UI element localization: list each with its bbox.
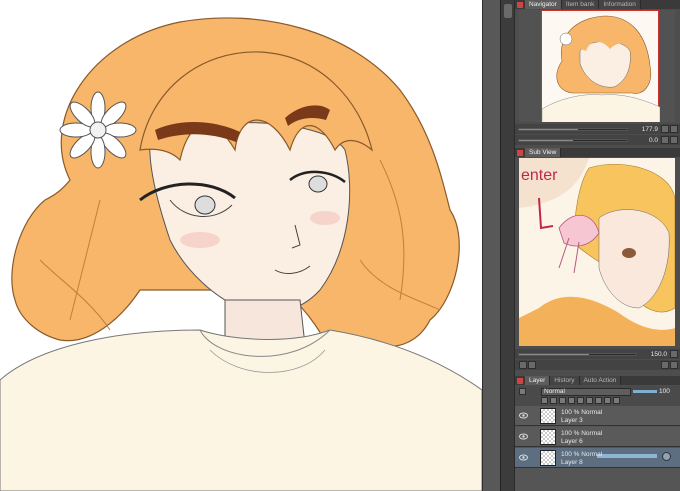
- open-icon[interactable]: [519, 361, 527, 369]
- layer-thumbnail: [540, 408, 556, 424]
- subview-preview[interactable]: enter: [519, 158, 675, 346]
- eye-icon[interactable]: [519, 454, 528, 461]
- rotation-value[interactable]: 0.0: [628, 137, 660, 144]
- eye-icon[interactable]: [519, 412, 528, 419]
- layer-thumbnail: [540, 450, 556, 466]
- subview-zoom-value[interactable]: 150.0: [637, 351, 669, 358]
- layer-list: 100 % Normal Layer 3 100 % Normal Layer …: [515, 406, 680, 491]
- zoom-value[interactable]: 177.9: [628, 126, 660, 133]
- fit-icon[interactable]: [670, 125, 678, 133]
- zoom-icon[interactable]: [661, 125, 669, 133]
- close-icon[interactable]: [517, 1, 523, 8]
- layer-name[interactable]: Layer 3: [561, 417, 583, 424]
- opacity-slider[interactable]: [633, 390, 657, 393]
- tab-navigator[interactable]: Navigator: [525, 0, 562, 9]
- right-dock-panel: Navigator Item bank Information 177.9 0.…: [514, 0, 680, 491]
- layer-property-icon[interactable]: [519, 388, 526, 395]
- import-icon[interactable]: [528, 361, 536, 369]
- navigator-preview[interactable]: [519, 10, 675, 122]
- layer-row[interactable]: 100 % Normal Layer 3: [515, 406, 680, 426]
- layer-row-selected[interactable]: 100 % Normal Layer 8: [515, 448, 680, 468]
- reference-icon[interactable]: [559, 397, 566, 404]
- tab-layer[interactable]: Layer: [525, 376, 551, 385]
- flower-icon: [59, 91, 137, 169]
- flip-icon[interactable]: [670, 136, 678, 144]
- rotate-slider[interactable]: [518, 138, 628, 142]
- layer-mode: 100 % Normal: [561, 409, 603, 416]
- eye-icon[interactable]: [519, 433, 528, 440]
- vertical-scrollbar[interactable]: [500, 0, 514, 491]
- layer-tool-icons: [541, 397, 620, 404]
- navigator-zoom-row: 177.9: [515, 124, 680, 134]
- new-layer-icon[interactable]: [595, 397, 602, 404]
- lock-icon[interactable]: [662, 452, 671, 461]
- subview-zoom-row: 150.0: [515, 349, 680, 359]
- draft-icon[interactable]: [568, 397, 575, 404]
- subview-zoom-slider[interactable]: [518, 352, 637, 356]
- navigator-thumbnail: [541, 10, 660, 122]
- tab-auto-action[interactable]: Auto Action: [579, 376, 622, 385]
- ruler-icon[interactable]: [586, 397, 593, 404]
- subview-tab-bar: Sub View: [515, 148, 680, 157]
- navigator-tab-bar: Navigator Item bank Information: [515, 0, 680, 9]
- drawing-canvas[interactable]: [0, 0, 482, 491]
- layer-name[interactable]: Layer 6: [561, 438, 583, 445]
- zoom-icon[interactable]: [670, 350, 678, 358]
- artwork-illustration: [0, 17, 482, 491]
- close-icon[interactable]: [517, 377, 523, 384]
- tab-item-bank[interactable]: Item bank: [561, 0, 600, 9]
- scrollbar-thumb[interactable]: [504, 4, 512, 18]
- layer-thumbnail: [540, 429, 556, 445]
- canvas-gutter: [482, 0, 500, 491]
- rotate-icon[interactable]: [661, 136, 669, 144]
- subview-tools-row: [515, 360, 680, 370]
- layer-mode: 100 % Normal: [561, 430, 603, 437]
- tab-information[interactable]: Information: [599, 0, 641, 9]
- delete-layer-icon[interactable]: [613, 397, 620, 404]
- layer-row[interactable]: 100 % Normal Layer 6: [515, 427, 680, 447]
- selection-bar: [597, 454, 657, 458]
- layer-mode: 100 % Normal: [561, 451, 603, 458]
- eyedropper-icon[interactable]: [661, 361, 669, 369]
- navigator-rotate-row: 0.0: [515, 135, 680, 145]
- layer-toolbar: Normal 100: [515, 386, 680, 406]
- zoom-slider[interactable]: [518, 127, 628, 131]
- delete-icon[interactable]: [670, 361, 678, 369]
- mask-icon[interactable]: [577, 397, 584, 404]
- tab-history[interactable]: History: [550, 376, 580, 385]
- close-icon[interactable]: [517, 149, 523, 156]
- clip-icon[interactable]: [550, 397, 557, 404]
- lock-icon[interactable]: [541, 397, 548, 404]
- tab-sub-view[interactable]: Sub View: [525, 148, 562, 157]
- opacity-value[interactable]: 100: [659, 388, 670, 395]
- layer-tab-bar: Layer History Auto Action: [515, 376, 680, 385]
- subview-sketch-text: enter: [521, 167, 558, 184]
- layer-name[interactable]: Layer 8: [561, 459, 583, 466]
- folder-icon[interactable]: [604, 397, 611, 404]
- blend-mode-select[interactable]: Normal: [541, 388, 631, 396]
